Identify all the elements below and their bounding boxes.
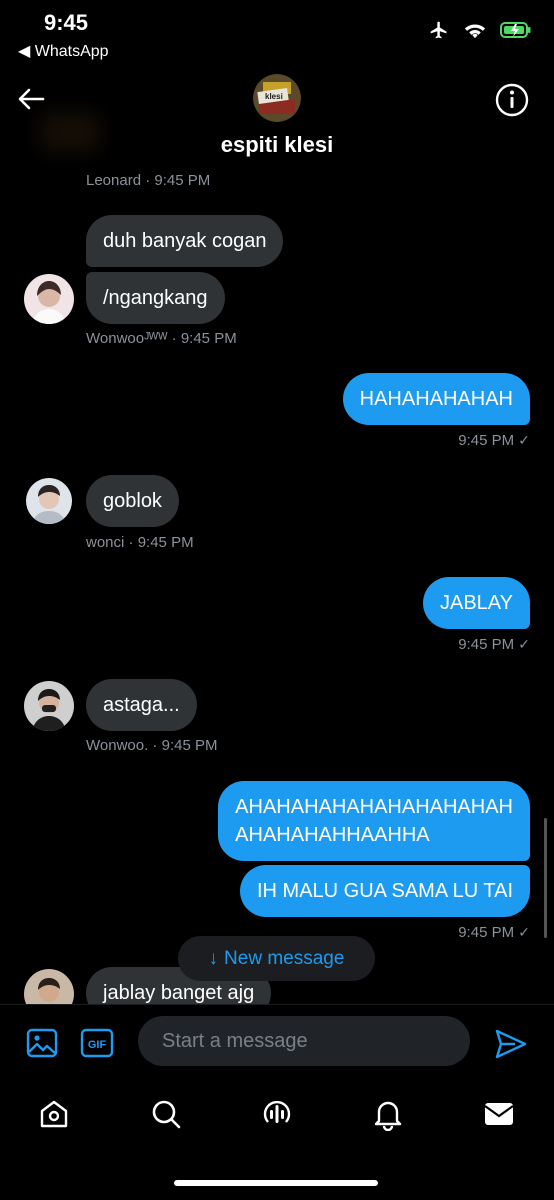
scrollbar[interactable]: [544, 818, 547, 938]
message-time: 9:45 PM: [137, 534, 194, 551]
new-message-button[interactable]: ↓ New message: [178, 936, 375, 981]
sent-check-icon: ✓: [518, 924, 530, 940]
incoming-message-bubble[interactable]: astaga...: [86, 679, 197, 731]
message-text: goblok: [103, 489, 162, 512]
nav-messages[interactable]: [481, 1096, 517, 1132]
message-text: astaga...: [103, 693, 180, 716]
status-icons: [428, 20, 532, 40]
group-avatar[interactable]: klesi: [253, 74, 301, 122]
search-icon: [152, 1100, 181, 1129]
avatar-label: klesi: [265, 92, 283, 101]
message-input[interactable]: [138, 1016, 470, 1066]
arrow-down-icon: ↓: [208, 947, 219, 969]
send-button[interactable]: [494, 1027, 528, 1061]
message-time: 9:45 PM: [458, 924, 515, 941]
message-meta: Wonwooᴶᵂᵂ · 9:45 PM: [86, 330, 237, 347]
back-to-app-link[interactable]: ◀ WhatsApp: [18, 41, 109, 61]
nav-search[interactable]: [148, 1096, 184, 1132]
image-icon: [26, 1028, 58, 1058]
message-meta: 9:45 PM ✓: [458, 636, 530, 653]
info-icon: [495, 83, 529, 117]
message-time: 9:45 PM: [154, 172, 211, 189]
info-button[interactable]: [494, 82, 530, 118]
nav-notifications[interactable]: [370, 1096, 406, 1132]
sender-avatar[interactable]: [26, 478, 72, 524]
add-gif-button[interactable]: GIF: [80, 1027, 114, 1059]
airplane-icon: [430, 21, 447, 39]
sender-name: Wonwoo.: [86, 737, 149, 754]
microphone-spaces-icon: [263, 1100, 291, 1123]
battery-charging-icon: [500, 22, 531, 38]
message-text: /ngangkang: [103, 286, 208, 309]
sender-avatar[interactable]: [24, 274, 74, 324]
sender-name: wonci: [86, 534, 125, 551]
message-text: IH MALU GUA SAMA LU TAI: [257, 879, 513, 902]
message-meta: wonci · 9:45 PM: [86, 534, 194, 551]
outgoing-message-bubble[interactable]: AHAHAHAHAHAHAHAHAHAH AHAHAHAHHAAHHA: [218, 781, 530, 861]
new-message-label: New message: [224, 947, 345, 969]
message-time: 9:45 PM: [180, 330, 237, 347]
status-bar: 9:45 ◀ WhatsApp: [0, 0, 554, 64]
arrow-left-icon: [18, 88, 45, 110]
outgoing-message-bubble[interactable]: IH MALU GUA SAMA LU TAI: [240, 865, 530, 917]
nav-home[interactable]: [36, 1096, 72, 1132]
message-time: 9:45 PM: [458, 636, 515, 653]
message-text-line: AHAHAHAHHAAHHA: [235, 824, 430, 846]
home-icon: [40, 1100, 68, 1128]
home-indicator[interactable]: [174, 1180, 378, 1186]
sender-name: Wonwooᴶᵂᵂ: [86, 330, 168, 347]
gif-label: GIF: [88, 1039, 107, 1051]
message-text: HAHAHAHAHAH: [359, 387, 513, 410]
message-meta: 9:45 PM ✓: [458, 924, 530, 941]
message-meta: Leonard · 9:45 PM: [86, 172, 211, 189]
bell-icon: [374, 1101, 402, 1131]
conversation-header: klesi espiti klesi: [0, 64, 554, 174]
message-composer: GIF: [0, 1004, 554, 1076]
sender-name: Leonard: [86, 172, 142, 189]
incoming-message-bubble[interactable]: /ngangkang: [86, 272, 225, 324]
message-text: jablay banget ajg: [103, 981, 255, 1004]
sent-check-icon: ✓: [518, 432, 530, 448]
sent-check-icon: ✓: [518, 636, 530, 652]
send-icon: [495, 1029, 527, 1059]
add-photo-button[interactable]: [26, 1027, 58, 1059]
outgoing-message-bubble[interactable]: JABLAY: [423, 577, 530, 629]
back-button[interactable]: [14, 82, 48, 116]
group-name: espiti klesi: [220, 132, 334, 157]
incoming-message-bubble[interactable]: goblok: [86, 475, 179, 527]
bottom-navigation: [0, 1076, 554, 1200]
nav-spaces[interactable]: [259, 1096, 295, 1132]
wifi-icon: [464, 24, 486, 39]
message-time: 9:45 PM: [458, 432, 515, 449]
incoming-message-bubble[interactable]: duh banyak cogan: [86, 215, 284, 267]
sender-avatar[interactable]: [24, 681, 74, 731]
message-text: duh banyak cogan: [103, 229, 267, 252]
message-list[interactable]: Leonard · 9:45 PM duh banyak cogan /ngan…: [0, 170, 554, 1005]
status-time: 9:45: [44, 10, 89, 35]
message-text-line: AHAHAHAHAHAHAHAHAHAH: [235, 796, 513, 818]
message-time: 9:45 PM: [161, 737, 218, 754]
message-meta: 9:45 PM ✓: [458, 432, 530, 449]
gif-icon: GIF: [80, 1028, 114, 1058]
sender-avatar[interactable]: [24, 969, 74, 1005]
outgoing-message-bubble[interactable]: HAHAHAHAHAH: [342, 373, 530, 425]
message-text: JABLAY: [440, 591, 513, 614]
message-meta: Wonwoo. · 9:45 PM: [86, 737, 218, 754]
envelope-icon: [484, 1103, 514, 1125]
